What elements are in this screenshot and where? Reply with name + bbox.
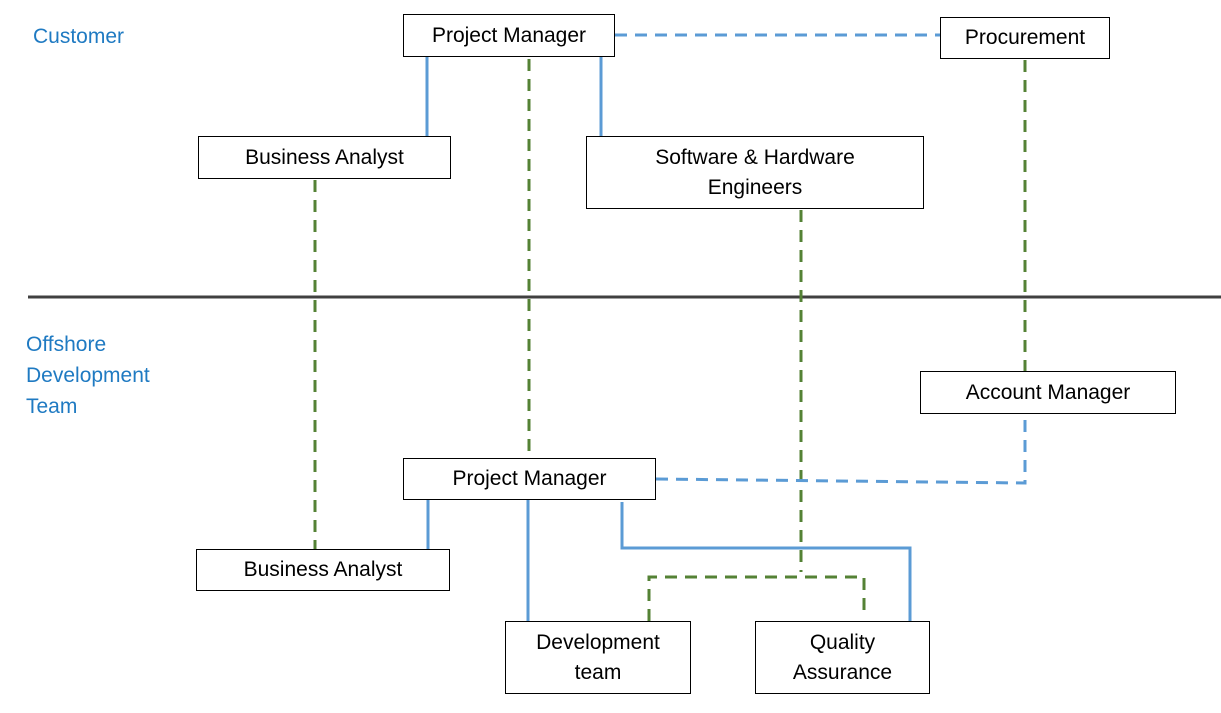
node-procurement[interactable]: Procurement	[940, 17, 1110, 59]
section-label-customer: Customer	[33, 25, 125, 48]
node-label: Project Manager	[431, 23, 587, 47]
node-account-manager[interactable]: Account Manager	[920, 371, 1176, 414]
node-development-team[interactable]: Development team	[505, 621, 691, 694]
node-label-line1: Quality	[809, 630, 876, 654]
section-label-offshore: Offshore Development Team	[26, 329, 150, 422]
node-software-hardware-engineers[interactable]: Software & Hardware Engineers	[586, 136, 924, 209]
node-quality-assurance[interactable]: Quality Assurance	[755, 621, 930, 694]
line-opm-to-qa	[620, 502, 912, 621]
node-label-line2: Engineers	[707, 175, 803, 199]
node-label: Account Manager	[965, 380, 1131, 404]
line-engineers-bracket	[647, 575, 866, 621]
node-offshore-business-analyst[interactable]: Business Analyst	[196, 549, 450, 591]
line-account-manager-to-opm	[655, 414, 1027, 485]
node-label-line1: Software & Hardware	[655, 145, 855, 169]
section-label-offshore-line3: Team	[26, 395, 78, 418]
node-customer-project-manager[interactable]: Project Manager	[403, 14, 615, 57]
node-label: Business Analyst	[243, 558, 403, 581]
node-label: Business Analyst	[245, 145, 404, 169]
section-label-offshore-line2: Development	[26, 364, 150, 387]
node-offshore-project-manager[interactable]: Project Manager	[403, 458, 656, 500]
node-customer-business-analyst[interactable]: Business Analyst	[198, 136, 451, 179]
section-label-offshore-line1: Offshore	[26, 333, 107, 356]
node-label-line2: team	[574, 660, 622, 684]
connector-layer	[28, 33, 1221, 621]
node-label-line2: Assurance	[792, 660, 893, 684]
node-label: Procurement	[964, 26, 1086, 49]
node-label: Project Manager	[452, 467, 607, 490]
node-label-line1: Development	[536, 630, 660, 654]
